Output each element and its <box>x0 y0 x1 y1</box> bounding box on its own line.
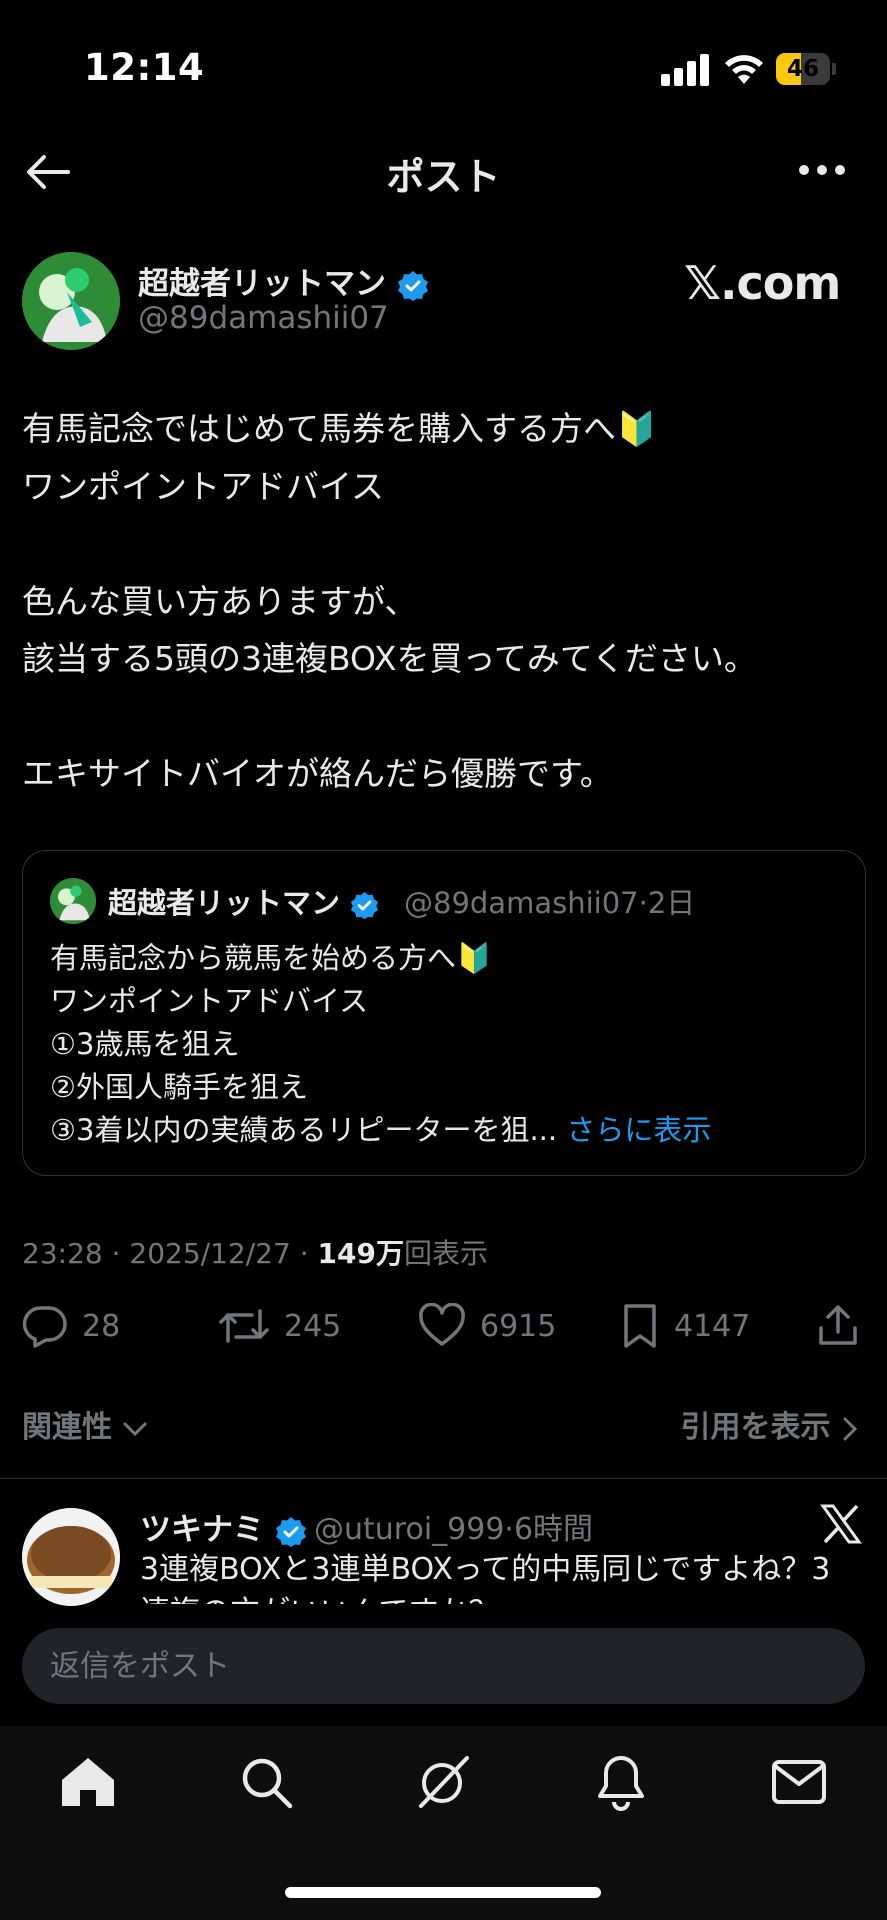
post-line: 色んな買い方ありますが、 <box>22 581 418 621</box>
relevance-sort-button[interactable]: 関連性 <box>22 1402 148 1446</box>
quoted-age: 2日 <box>647 886 696 920</box>
quoted-author-row: 超越者リットマン <box>108 880 379 922</box>
grok-icon[interactable] <box>413 1752 473 1812</box>
search-icon[interactable] <box>236 1752 296 1812</box>
reply-handle: @uturoi_999 <box>314 1512 505 1547</box>
reply-age: 6時間 <box>513 1512 594 1547</box>
chevron-right-icon <box>843 1417 858 1440</box>
repost-action[interactable]: 245 <box>218 1302 341 1350</box>
post-line: 有馬記念ではじめて馬券を購入する方へ🔰 <box>22 409 658 448</box>
quoted-line: 有馬記念から競馬を始める方へ🔰 <box>50 941 493 975</box>
bookmark-icon <box>624 1304 656 1348</box>
x-watermark: 𝕏.com <box>684 256 841 310</box>
quoted-meta: @89damashii07·2日 <box>404 886 696 920</box>
chevron-down-icon <box>123 1422 147 1436</box>
battery-percent: 46 <box>786 56 819 82</box>
battery-icon: 46 <box>776 53 836 85</box>
quoted-line: ①3歳馬を狙え <box>50 1027 240 1061</box>
heart-icon <box>419 1303 465 1346</box>
cellular-signal-icon <box>661 52 709 86</box>
like-action[interactable]: 6915 <box>418 1302 556 1350</box>
reply-author-avatar[interactable] <box>22 1508 120 1606</box>
reply-count: 28 <box>82 1308 121 1344</box>
repost-count: 245 <box>284 1308 342 1344</box>
wifi-icon <box>725 55 763 84</box>
quoted-line: ③3着以内の実績あるリピーターを狙... <box>50 1113 558 1147</box>
author-name-row[interactable]: 超越者リットマン <box>138 258 429 303</box>
reply-text[interactable]: 3連複BOXと3連単BOXって的中馬同じですよね？3 連複の方がいいんですか？ <box>140 1548 870 1604</box>
reply-input[interactable] <box>22 1628 865 1704</box>
home-indicator <box>285 1887 601 1898</box>
show-more-link[interactable]: さらに表示 <box>566 1113 711 1147</box>
verified-badge-icon <box>351 891 379 919</box>
post-text: 有馬記念ではじめて馬券を購入する方へ🔰 ワンポイントアドバイス 色んな買い方あり… <box>22 400 867 803</box>
post-line <box>22 515 867 573</box>
share-icon[interactable] <box>816 1302 860 1348</box>
more-options-icon[interactable] <box>798 160 846 180</box>
quoted-line: ワンポイントアドバイス <box>50 984 369 1018</box>
post-meta: 23:28 · 2025/12/27 · 149万回表示 <box>22 1237 488 1270</box>
post-line: 該当する5頭の3連複BOXを買ってみてください。 <box>22 639 757 678</box>
quoted-text: 有馬記念から競馬を始める方へ🔰 ワンポイントアドバイス ①3歳馬を狙え ②外国人… <box>50 937 850 1152</box>
home-icon[interactable] <box>58 1752 118 1812</box>
reply-meta: @uturoi_999·6時間 <box>314 1512 594 1547</box>
messages-icon[interactable] <box>769 1752 829 1812</box>
post-date: 2025/12/27 <box>129 1237 291 1270</box>
reply-author-row: ツキナミ <box>140 1504 307 1549</box>
quoted-author-name: 超越者リットマン <box>108 886 341 920</box>
reply-line: 3連複BOXと3連単BOXって的中馬同じですよね？3 <box>140 1552 831 1587</box>
page-title: ポスト <box>386 155 501 199</box>
author-handle[interactable]: @89damashii07 <box>138 300 389 336</box>
divider <box>0 1478 887 1479</box>
post-line <box>22 688 867 746</box>
bookmark-count: 4147 <box>674 1308 751 1344</box>
verified-badge-icon <box>275 1516 306 1547</box>
notifications-icon[interactable] <box>591 1752 651 1812</box>
status-time: 12:14 <box>84 46 205 89</box>
view-quotes-link[interactable]: 引用を表示 <box>681 1402 859 1446</box>
post-line: ワンポイントアドバイス <box>22 466 385 506</box>
bookmark-action[interactable]: 4147 <box>620 1302 750 1350</box>
status-bar: 12:14 46 <box>0 0 887 140</box>
quoted-handle: @89damashii07 <box>404 886 639 920</box>
post-time: 23:28 <box>22 1237 103 1270</box>
author-avatar[interactable] <box>22 252 120 350</box>
quoted-author-avatar[interactable] <box>50 878 96 924</box>
view-quotes-label: 引用を表示 <box>680 1410 831 1445</box>
quoted-line: ②外国人騎手を狙え <box>50 1070 308 1104</box>
views-label: 回表示 <box>403 1237 488 1270</box>
x-logo-icon <box>820 1504 862 1544</box>
like-count: 6915 <box>480 1308 557 1344</box>
repost-icon <box>219 1309 269 1343</box>
reply-author-name[interactable]: ツキナミ <box>140 1512 264 1548</box>
relevance-label: 関連性 <box>22 1410 112 1445</box>
views-count: 149万 <box>317 1237 404 1270</box>
verified-badge-icon <box>397 270 428 301</box>
reply-line: 連複の方がいいんですか？ <box>140 1591 870 1604</box>
reply-action[interactable]: 28 <box>22 1302 120 1350</box>
quoted-line-last: ③3着以内の実績あるリピーターを狙... さらに表示 <box>50 1109 850 1152</box>
post-line: エキサイトバイオが絡んだら優勝です。 <box>22 754 613 793</box>
reply-icon <box>22 1306 67 1348</box>
author-name[interactable]: 超越者リットマン <box>138 266 386 302</box>
